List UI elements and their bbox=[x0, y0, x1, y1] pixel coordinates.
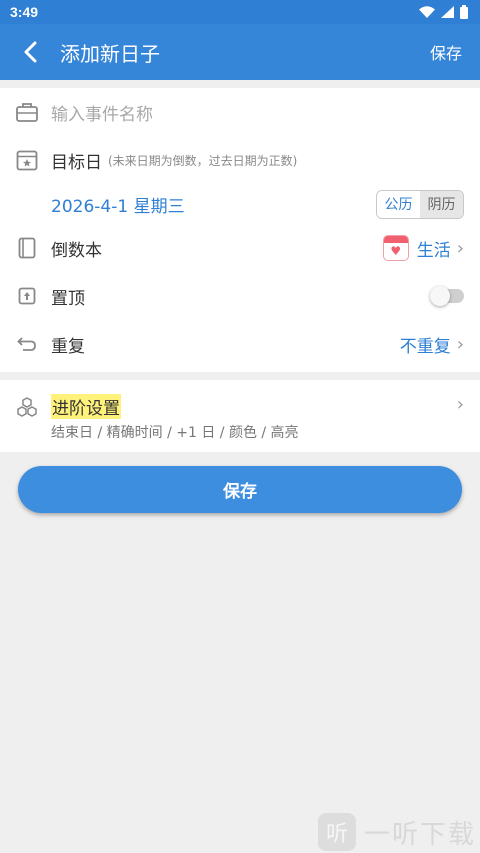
back-arrow-icon bbox=[24, 41, 37, 63]
countdown-book-row[interactable]: 倒数本 ♥ 生活 › bbox=[0, 224, 480, 272]
wifi-icon bbox=[419, 6, 435, 18]
save-button[interactable]: 保存 bbox=[18, 466, 462, 513]
repeat-value: 不重复 bbox=[399, 336, 451, 357]
calendar-star-icon bbox=[16, 149, 38, 171]
event-form-card: 输入事件名称 目标日 (未来日期为倒数，过去日期为正数) 2026-4-1 星期… bbox=[0, 88, 480, 372]
target-date-row: 目标日 (未来日期为倒数，过去日期为正数) bbox=[0, 136, 480, 184]
pin-row: 置顶 bbox=[0, 272, 480, 320]
advanced-settings-subtitle: 结束日 / 精确时间 / +1 日 / 颜色 / 高亮 bbox=[51, 425, 299, 441]
life-calendar-icon: ♥ bbox=[382, 235, 409, 261]
calendar-type-switch: 公历 阴历 bbox=[376, 189, 464, 219]
status-time: 3:49 bbox=[10, 4, 39, 20]
repeat-label: 重复 bbox=[51, 336, 85, 357]
repeat-icon bbox=[16, 333, 38, 355]
watermark: 听 一听下载 bbox=[317, 813, 476, 851]
target-date-label: 目标日 bbox=[51, 152, 102, 173]
signal-icon bbox=[441, 6, 454, 18]
advanced-settings-title: 进阶设置 bbox=[51, 394, 121, 419]
event-name-row[interactable]: 输入事件名称 bbox=[0, 88, 480, 136]
countdown-book-value: 生活 bbox=[416, 240, 451, 261]
briefcase-icon bbox=[16, 101, 38, 123]
chevron-right-icon: › bbox=[456, 394, 464, 415]
solar-calendar-option[interactable]: 公历 bbox=[377, 190, 420, 218]
appbar-save-button[interactable]: 保存 bbox=[430, 40, 462, 64]
watermark-logo: 听 bbox=[317, 813, 356, 851]
advanced-settings-row[interactable]: 进阶设置 结束日 / 精确时间 / +1 日 / 颜色 / 高亮 › bbox=[0, 380, 480, 452]
lunar-calendar-option[interactable]: 阴历 bbox=[420, 190, 463, 218]
app-bar: 添加新日子 保存 bbox=[0, 24, 480, 80]
pin-label: 置顶 bbox=[51, 288, 85, 309]
countdown-book-label: 倒数本 bbox=[51, 240, 102, 261]
event-name-input[interactable]: 输入事件名称 bbox=[51, 100, 153, 125]
pin-top-icon bbox=[16, 285, 38, 307]
book-icon bbox=[16, 237, 38, 259]
back-button[interactable] bbox=[0, 24, 60, 80]
page-title: 添加新日子 bbox=[60, 41, 160, 66]
battery-icon bbox=[460, 5, 468, 19]
repeat-row[interactable]: 重复 不重复 › bbox=[0, 320, 480, 368]
target-date-hint: (未来日期为倒数，过去日期为正数) bbox=[108, 153, 298, 168]
cubes-icon bbox=[16, 396, 38, 418]
watermark-text: 一听下载 bbox=[363, 819, 476, 850]
status-icons bbox=[419, 5, 468, 19]
status-bar: 3:49 bbox=[0, 0, 480, 24]
chevron-right-icon: › bbox=[456, 333, 464, 355]
date-value[interactable]: 2026-4-1 星期三 bbox=[51, 192, 185, 217]
pin-toggle[interactable] bbox=[430, 286, 464, 306]
chevron-right-icon: › bbox=[456, 237, 464, 259]
date-value-row: 2026-4-1 星期三 公历 阴历 bbox=[0, 184, 480, 224]
